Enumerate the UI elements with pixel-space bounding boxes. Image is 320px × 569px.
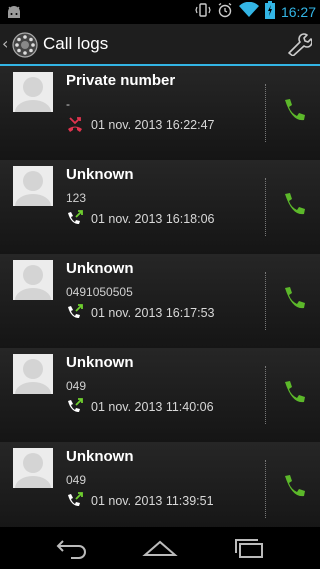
- avatar: [13, 72, 53, 112]
- contact-name: Private number: [66, 72, 176, 89]
- contact-name: Unknown: [66, 166, 134, 183]
- rotary-phone-icon[interactable]: [12, 32, 38, 62]
- call-log-row[interactable]: Unknown 0491050505 01 nov. 2013 16:17:53: [0, 254, 320, 349]
- phone-number: 123: [66, 191, 87, 205]
- divider: [265, 460, 266, 518]
- navigation-bar: [0, 527, 320, 569]
- divider: [265, 178, 266, 236]
- recents-icon[interactable]: [232, 535, 266, 565]
- call-date: 01 nov. 2013 16:22:47: [91, 118, 215, 132]
- outgoing-call-icon: [66, 209, 84, 227]
- call-button[interactable]: [279, 190, 309, 220]
- page-title: Call logs: [43, 34, 109, 53]
- call-date: 01 nov. 2013 11:39:51: [91, 494, 214, 508]
- avatar: [13, 166, 53, 206]
- call-log-row[interactable]: Unknown 123 01 nov. 2013 16:18:06: [0, 160, 320, 255]
- call-button[interactable]: [279, 284, 309, 314]
- android-icon: [6, 4, 22, 23]
- battery-icon: [264, 1, 275, 23]
- home-icon[interactable]: [142, 535, 178, 565]
- call-log-row[interactable]: Unknown 049 01 nov. 2013 11:39:51: [0, 442, 320, 537]
- clock: 16:27: [280, 4, 316, 20]
- call-button[interactable]: [279, 96, 309, 126]
- contact-name: Unknown: [66, 354, 134, 371]
- call-button[interactable]: [279, 472, 309, 502]
- status-bar: 16:27: [0, 0, 320, 24]
- outgoing-call-icon: [66, 491, 84, 509]
- call-date: 01 nov. 2013 16:17:53: [91, 306, 215, 320]
- call-log-row[interactable]: Private number - 01 nov. 2013 16:22:47: [0, 66, 320, 161]
- call-date: 01 nov. 2013 16:18:06: [91, 212, 215, 226]
- avatar: [13, 448, 53, 488]
- outgoing-call-icon: [66, 397, 84, 415]
- alarm-icon: [217, 2, 233, 22]
- call-date: 01 nov. 2013 11:40:06: [91, 400, 214, 414]
- wifi-icon: [238, 1, 259, 22]
- divider: [265, 84, 266, 142]
- back-icon[interactable]: [55, 535, 89, 565]
- phone-number: 049: [66, 473, 87, 487]
- missed-call-icon: [66, 115, 84, 133]
- contact-name: Unknown: [66, 448, 134, 465]
- avatar: [13, 260, 53, 300]
- vibrate-icon: [195, 2, 211, 22]
- call-log-list: Private number - 01 nov. 2013 16:22:47 U…: [0, 66, 320, 537]
- phone-number: 0491050505: [66, 285, 133, 299]
- avatar: [13, 354, 53, 394]
- outgoing-call-icon: [66, 303, 84, 321]
- phone-number: -: [66, 97, 70, 111]
- wrench-icon[interactable]: [286, 32, 313, 60]
- back-chevron-icon[interactable]: ‹: [2, 34, 8, 53]
- divider: [265, 272, 266, 330]
- action-bar: ‹ Call logs: [0, 24, 320, 66]
- divider: [265, 366, 266, 424]
- call-button[interactable]: [279, 378, 309, 408]
- phone-number: 049: [66, 379, 87, 393]
- contact-name: Unknown: [66, 260, 134, 277]
- call-log-row[interactable]: Unknown 049 01 nov. 2013 11:40:06: [0, 348, 320, 443]
